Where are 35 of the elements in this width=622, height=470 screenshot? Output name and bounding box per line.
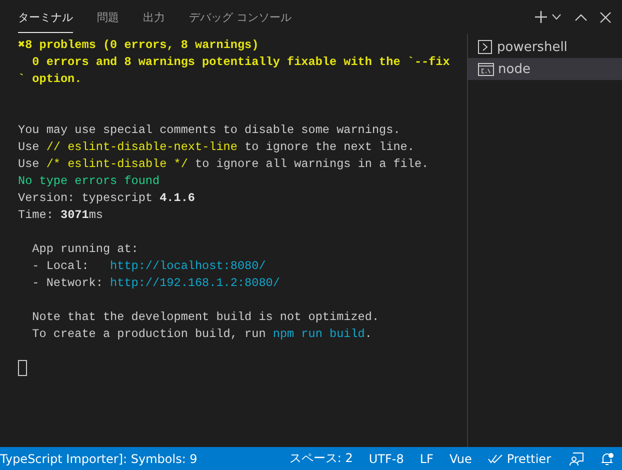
terminal-line: Note that the development build is not optimized. — [31, 309, 380, 326]
status-item[interactable]: UTF-8 — [368, 452, 404, 466]
terminal-line: No type errors found — [18, 173, 161, 190]
status-item[interactable]: Vue — [449, 452, 472, 466]
command-prompt-icon — [478, 62, 494, 76]
bell-icon[interactable] — [600, 452, 614, 466]
terminal-line: To create a production build, run npm run build. — [31, 326, 373, 343]
terminal-line: Time: 3071ms — [18, 207, 104, 224]
terminal-instance[interactable]: powershell — [468, 36, 622, 58]
terminal-line: 0 errors and 8 warnings potentially fixable with the `--fix — [31, 54, 451, 71]
terminal-line: ` option. — [18, 71, 83, 88]
terminal-line: App running at: — [31, 241, 140, 258]
terminal-line: Use // eslint-disable-next-line to ignore the next line. — [18, 139, 416, 156]
plus-icon[interactable] — [532, 8, 550, 26]
terminal-line: - Local: http://localhost:8080/ — [31, 258, 267, 275]
panel-tab[interactable]: 問題 — [97, 1, 119, 33]
feedback-icon[interactable] — [569, 452, 584, 466]
status-item[interactable]: LF — [420, 452, 434, 466]
terminal-cursor — [18, 360, 27, 376]
prettier-status[interactable]: Prettier — [488, 452, 551, 466]
double-check-icon — [488, 454, 503, 464]
terminal-instance[interactable]: node — [468, 58, 622, 80]
panel-tab[interactable]: デバッグ コンソール — [189, 1, 292, 33]
link[interactable]: http://localhost:8080/ — [110, 259, 266, 273]
terminal-prompt-icon — [478, 40, 492, 54]
terminal-line: ✖8 problems (0 errors, 8 warnings) — [18, 37, 260, 54]
terminal-line: You may use special comments to disable some warnings. — [18, 122, 402, 139]
panel-tab[interactable]: 出力 — [143, 1, 165, 33]
status-item[interactable]: スペース: 2 — [289, 450, 353, 467]
terminal-line: Version: typescript 4.1.6 — [18, 190, 196, 207]
panel-tab[interactable]: ターミナル — [18, 1, 73, 33]
terminal-line: Use /* eslint-disable */ to ignore all warnings in a file. — [18, 156, 430, 173]
status-item[interactable]: TypeScript Importer]: Symbols: 9 — [0, 452, 198, 466]
terminal-line: - Network: http://192.168.1.2:8080/ — [31, 275, 281, 292]
link[interactable]: http://192.168.1.2:8080/ — [110, 276, 280, 290]
